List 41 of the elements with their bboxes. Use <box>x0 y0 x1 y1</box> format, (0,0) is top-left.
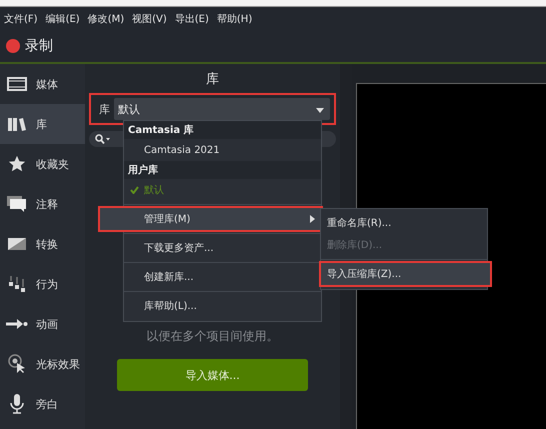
menu-item[interactable]: 库帮助(L)... <box>124 295 321 317</box>
sidebar-item[interactable]: 库 <box>0 104 85 144</box>
menu-item[interactable]: 重命名库(R)... <box>321 212 487 234</box>
menu-item[interactable]: 编辑(E) <box>46 12 80 26</box>
sidebar-item[interactable]: 媒体 <box>0 64 85 104</box>
submenu-arrow-icon <box>310 215 315 223</box>
arrow-icon <box>6 318 28 330</box>
menu-item[interactable]: Camtasia 2021 <box>124 139 321 161</box>
sidebar-item[interactable]: 行为 <box>0 264 85 304</box>
hint-text: 以便在多个项目间使用。 <box>146 328 278 345</box>
menu-item[interactable]: 导出(E) <box>174 12 209 26</box>
menu-item[interactable]: 修改(M) <box>88 12 124 26</box>
sidebar-item[interactable]: 注释 <box>0 184 85 224</box>
speech-bubble-icon <box>6 196 28 212</box>
library-dropdown[interactable]: 默认 <box>114 98 330 120</box>
sidebar-item[interactable]: 旁白 <box>0 384 85 424</box>
menu-item[interactable]: 默认 <box>124 179 321 201</box>
record-icon <box>6 39 20 53</box>
books-icon <box>6 117 28 131</box>
record-button[interactable]: 录制 <box>4 35 55 57</box>
menu-item[interactable]: 视图(V) <box>132 12 167 26</box>
menu-item[interactable]: 创建新库... <box>124 266 321 288</box>
film-icon <box>6 77 28 91</box>
transition-icon <box>6 237 28 251</box>
menu-section-header: 用户库 <box>124 161 321 179</box>
star-icon <box>6 155 28 173</box>
field-label: 库 <box>99 102 110 116</box>
sidebar-item[interactable]: 光标效果 <box>0 344 85 384</box>
menu-item[interactable]: 导入压缩库(Z)... <box>321 263 490 285</box>
menu-item[interactable]: 帮助(H) <box>216 12 252 26</box>
menu-section-header: Camtasia 库 <box>124 121 321 139</box>
panel-title: 库 <box>206 71 219 89</box>
sidebar-item[interactable]: 动画 <box>0 304 85 344</box>
search-icon <box>95 134 111 144</box>
dots-icon <box>6 275 28 293</box>
sidebar-item[interactable]: 转换 <box>0 224 85 264</box>
menu-item[interactable]: 下载更多资产... <box>124 237 321 259</box>
menu-item[interactable]: 文件(F) <box>4 12 38 26</box>
menu-item[interactable]: 管理库(M) <box>100 208 321 230</box>
sidebar-item[interactable]: 收藏夹 <box>0 144 85 184</box>
import-media-button[interactable]: 导入媒体... <box>117 359 308 391</box>
